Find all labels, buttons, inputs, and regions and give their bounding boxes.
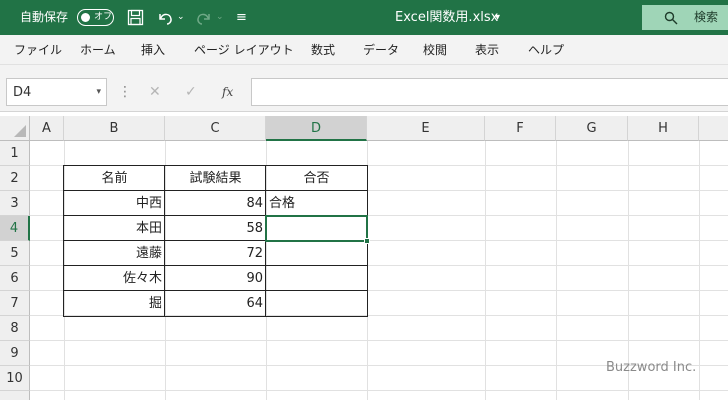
gridline	[30, 340, 728, 341]
insert-function-icon[interactable]: fx	[222, 78, 233, 106]
cell-result[interactable]	[266, 241, 367, 266]
tab-insert[interactable]: 挿入	[141, 35, 165, 65]
row-header-3[interactable]: 3	[0, 191, 30, 216]
cell-result[interactable]	[266, 266, 367, 291]
redo-dropdown-icon: ⌄	[216, 12, 224, 22]
tab-help[interactable]: ヘルプ	[528, 35, 564, 65]
undo-icon[interactable]	[156, 9, 174, 26]
worksheet-grid[interactable]: A B C D E F G H 1 2 3 4 5 6 7 8 9 10 名前 …	[0, 116, 728, 400]
formula-bar: D4 ▾ ⋮ ✕ ✓ fx	[0, 75, 728, 112]
title-bar: 自動保存 オフ ⌄ ⌄ ≡ Excel関数用.xlsx ▾ 検索	[0, 0, 728, 35]
tab-page-layout[interactable]: ページ レイアウト	[194, 35, 294, 65]
redo-icon	[197, 13, 210, 25]
file-name[interactable]: Excel関数用.xlsx	[395, 0, 498, 35]
gridline	[556, 141, 557, 400]
tab-review[interactable]: 校閲	[423, 35, 447, 65]
column-header-g[interactable]: G	[556, 116, 628, 141]
select-all-button[interactable]	[0, 116, 30, 141]
save-icon[interactable]	[127, 9, 144, 26]
autosave-toggle[interactable]: オフ	[77, 9, 114, 26]
row-header-10[interactable]: 10	[0, 366, 30, 391]
row-header-next[interactable]	[0, 391, 30, 400]
name-box-dropdown-icon[interactable]: ▾	[96, 79, 101, 106]
column-header-b[interactable]: B	[64, 116, 165, 141]
cell-name[interactable]: 掘	[64, 291, 165, 316]
active-cell-selection[interactable]	[265, 215, 368, 242]
tab-view[interactable]: 表示	[475, 35, 499, 65]
cell-name[interactable]: 本田	[64, 216, 165, 241]
table-header-score[interactable]: 試験結果	[165, 166, 266, 191]
name-box-value: D4	[13, 85, 32, 100]
row-header-8[interactable]: 8	[0, 316, 30, 341]
tab-formulas[interactable]: 数式	[311, 35, 335, 65]
search-box[interactable]: 検索	[642, 5, 728, 30]
column-header-h[interactable]: H	[628, 116, 699, 141]
fill-handle[interactable]	[364, 238, 370, 244]
row-header-5[interactable]: 5	[0, 241, 30, 266]
select-all-icon	[14, 125, 26, 137]
customize-toolbar-icon[interactable]: ≡	[236, 0, 247, 35]
cell-score[interactable]: 64	[165, 291, 266, 316]
tab-file[interactable]: ファイル	[14, 35, 62, 65]
search-icon	[664, 11, 678, 25]
toggle-knob	[81, 13, 90, 22]
table-header-name[interactable]: 名前	[64, 166, 165, 191]
name-box[interactable]: D4 ▾	[6, 78, 107, 106]
gridline	[485, 141, 486, 400]
tab-data[interactable]: データ	[363, 35, 399, 65]
row-header-4[interactable]: 4	[0, 216, 30, 241]
row-header-2[interactable]: 2	[0, 166, 30, 191]
row-header-7[interactable]: 7	[0, 291, 30, 316]
table-header-result[interactable]: 合否	[266, 166, 367, 191]
column-header-next[interactable]	[699, 116, 728, 141]
ribbon-gap	[0, 65, 728, 75]
cell-score[interactable]: 84	[165, 191, 266, 216]
ribbon-tabs: ファイル ホーム 挿入 ページ レイアウト 数式 データ 校閲 表示 ヘルプ	[0, 35, 728, 65]
cell-score[interactable]: 72	[165, 241, 266, 266]
column-header-e[interactable]: E	[367, 116, 485, 141]
column-header-f[interactable]: F	[485, 116, 556, 141]
formula-bar-dots-icon: ⋮	[118, 84, 132, 100]
search-label: 検索	[694, 10, 719, 24]
cell-name[interactable]: 遠藤	[64, 241, 165, 266]
file-name-caret-icon[interactable]: ▾	[495, 0, 500, 35]
gridline	[699, 141, 700, 400]
cell-name[interactable]: 佐々木	[64, 266, 165, 291]
cell-score[interactable]: 90	[165, 266, 266, 291]
autosave-toggle-state: オフ	[94, 12, 113, 22]
row-header-9[interactable]: 9	[0, 341, 30, 366]
gridline	[30, 390, 728, 391]
undo-dropdown-icon[interactable]: ⌄	[177, 0, 185, 35]
enter-icon[interactable]: ✓	[185, 78, 197, 106]
cell-name[interactable]: 中西	[64, 191, 165, 216]
cell-result[interactable]	[266, 291, 367, 316]
row-header-1[interactable]: 1	[0, 141, 30, 166]
column-header-c[interactable]: C	[165, 116, 266, 141]
formula-input[interactable]	[251, 78, 728, 106]
cancel-icon[interactable]: ✕	[149, 78, 161, 106]
cell-result[interactable]: 合格	[266, 191, 367, 216]
cell-score[interactable]: 58	[165, 216, 266, 241]
watermark: Buzzword Inc.	[606, 360, 697, 375]
column-header-a[interactable]: A	[30, 116, 64, 141]
tab-home[interactable]: ホーム	[80, 35, 116, 65]
row-header-6[interactable]: 6	[0, 266, 30, 291]
column-header-d[interactable]: D	[266, 116, 367, 141]
autosave-label: 自動保存	[20, 10, 69, 24]
